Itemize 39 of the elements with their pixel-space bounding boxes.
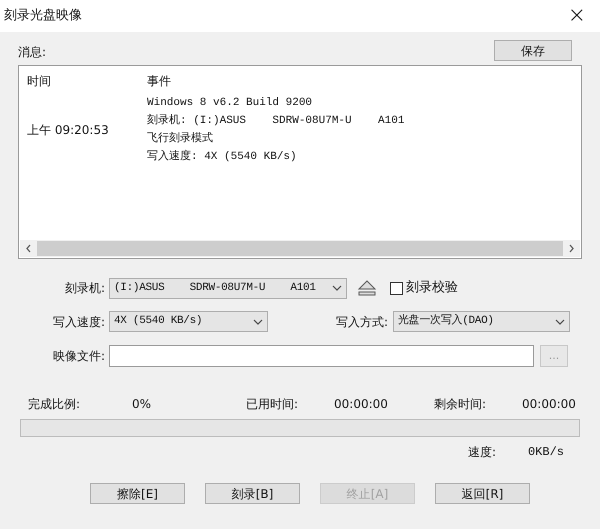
speed-stat-label: 速度: xyxy=(468,444,498,461)
speed-label: 写入速度: xyxy=(52,314,106,330)
burner-label: 刻录机: xyxy=(64,280,106,297)
stat-value: 00:00:00 xyxy=(334,396,388,413)
dropdown-value: 光盘一次写入(DAO) xyxy=(398,313,494,330)
log-event: 飞行刻录模式 xyxy=(147,130,214,147)
log-event: Windows 8 v6.2 Build 9200 xyxy=(147,96,314,111)
log-event: 刻录机: (I:)ASUS SDRW-08U7M-U A101 xyxy=(147,112,404,129)
dropdown-value: (I:)ASUS SDRW-08U7M-U A101 xyxy=(114,280,316,296)
stat-value: 0% xyxy=(132,396,152,413)
stat-value: 00:00:00 xyxy=(522,396,576,413)
verify-label: 刻录校验 xyxy=(406,279,458,298)
speed-stat-value: 0KB/s xyxy=(528,444,564,461)
save-button[interactable]: 保存 xyxy=(494,40,572,61)
column-header: 时间 xyxy=(27,73,52,90)
chevron-down-icon xyxy=(332,285,342,291)
action-button[interactable]: 擦除[E] xyxy=(90,483,185,504)
window-title: 刻录光盘映像 xyxy=(4,7,82,26)
log-event: 写入速度: 4X (5540 KB/s) xyxy=(147,148,298,165)
messages-label: 消息: xyxy=(18,44,46,61)
stat-label: 已用时间: xyxy=(246,396,300,413)
dropdown-value: 4X (5540 KB/s) xyxy=(114,314,202,330)
write-mode-label: 写入方式: xyxy=(334,314,389,330)
chevron-down-icon xyxy=(253,318,263,324)
image-file-field[interactable] xyxy=(109,345,534,367)
horizontal-scrollbar[interactable] xyxy=(20,240,580,257)
chevron-down-icon xyxy=(555,318,565,324)
log-time: 上午 09:20:53 xyxy=(27,122,109,139)
stat-label: 完成比例: xyxy=(28,396,82,413)
stat-label: 剩余时间: xyxy=(434,396,488,413)
verify-checkbox[interactable] xyxy=(390,282,403,294)
image-file-label: 映像文件: xyxy=(52,348,106,365)
dropdown[interactable]: 光盘一次写入(DAO) xyxy=(393,311,570,332)
dropdown[interactable]: (I:)ASUS SDRW-08U7M-U A101 xyxy=(109,278,347,298)
close-button[interactable]: × xyxy=(568,5,586,27)
action-button[interactable]: 刻录[B] xyxy=(205,483,300,504)
dropdown[interactable]: 4X (5540 KB/s) xyxy=(109,311,268,332)
column-header: 事件 xyxy=(147,73,171,90)
action-button[interactable]: 返回[R] xyxy=(435,483,530,504)
